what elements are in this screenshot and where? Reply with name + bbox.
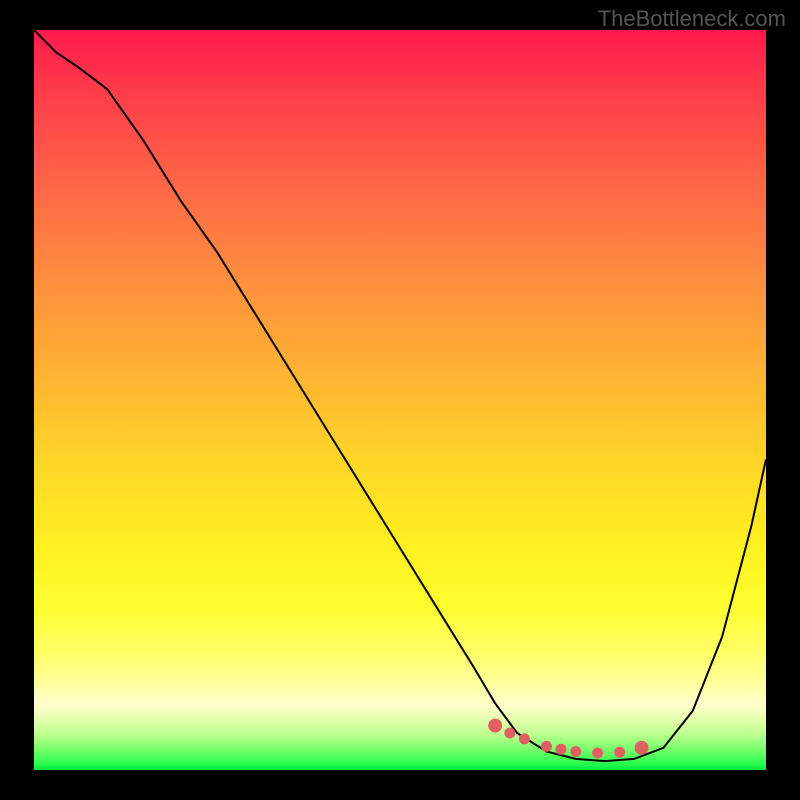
chart-plot-area: [34, 30, 766, 770]
highlight-dot: [614, 747, 625, 758]
highlight-dot: [504, 728, 515, 739]
highlight-dot: [592, 748, 603, 759]
highlight-dot: [541, 741, 552, 752]
highlight-dot: [635, 741, 649, 755]
highlight-dot: [556, 744, 567, 755]
highlight-dot: [488, 719, 502, 733]
watermark-text: TheBottleneck.com: [598, 6, 786, 32]
highlight-dot: [570, 746, 581, 757]
highlight-dot: [519, 733, 530, 744]
highlight-dots: [34, 30, 766, 770]
